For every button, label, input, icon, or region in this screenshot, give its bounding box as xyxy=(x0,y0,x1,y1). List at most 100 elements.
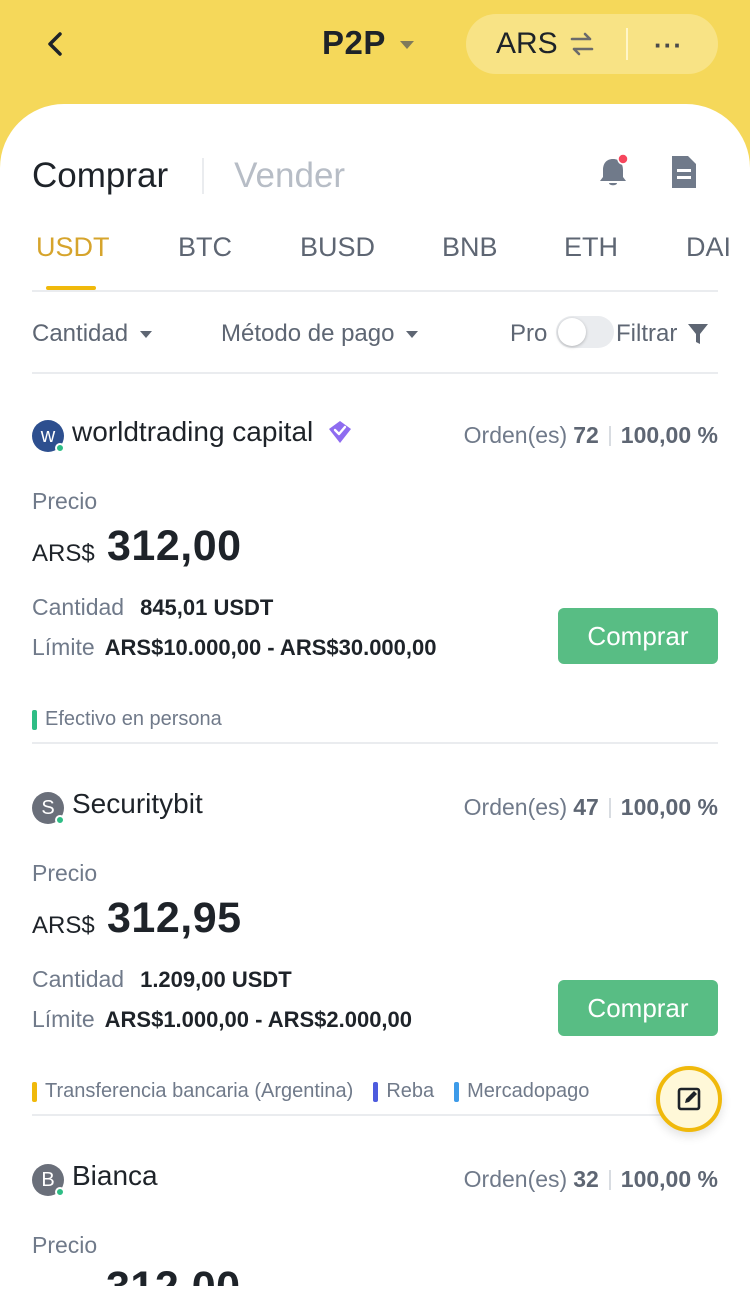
completion-rate: 100,00 % xyxy=(620,794,718,820)
pro-toggle[interactable] xyxy=(556,316,614,348)
tab-coin-bnb[interactable]: BNB xyxy=(442,232,498,263)
pill-divider xyxy=(626,28,628,60)
online-status-dot xyxy=(55,443,65,453)
online-status-dot xyxy=(55,1187,65,1197)
payment-method-label: Reba xyxy=(386,1080,435,1102)
funnel-icon xyxy=(688,324,709,344)
buy-button[interactable]: Comprar xyxy=(558,980,718,1036)
tab-coin-btc[interactable]: BTC xyxy=(178,232,232,263)
buy-button[interactable]: Comprar xyxy=(558,608,718,664)
divider xyxy=(32,372,718,374)
merchant-name-text: worldtrading capital xyxy=(72,416,314,447)
payment-method-filter[interactable]: Método de pago xyxy=(221,320,419,348)
merchant-stats: Orden(es) 72 100,00 % xyxy=(464,422,718,449)
quantity-row: Cantidad 845,01 USDT xyxy=(32,594,273,621)
caret-down-icon xyxy=(140,330,153,338)
post-ad-button[interactable] xyxy=(656,1066,722,1132)
more-options-button[interactable]: ··· xyxy=(654,30,683,61)
offer-card: S Securitybit Orden(es) 47 100,00 % Prec… xyxy=(32,776,718,1148)
tab-sell[interactable]: Vender xyxy=(234,156,345,196)
tab-coin-usdt[interactable]: USDT xyxy=(36,232,110,263)
price-currency: ARS$ xyxy=(32,540,95,567)
quantity-value: 1.209,00 USDT xyxy=(140,967,292,992)
limit-row: Límite ARS$10.000,00 - ARS$30.000,00 xyxy=(32,634,437,661)
tab-coin-dai[interactable]: DAI xyxy=(686,232,731,263)
price-value: 312,00 xyxy=(107,522,242,570)
limit-value: ARS$10.000,00 - ARS$30.000,00 xyxy=(104,635,437,660)
tab-divider xyxy=(202,158,205,194)
coin-tabs: USDT BTC BUSD BNB ETH DAI xyxy=(32,232,750,292)
quantity-row: Cantidad 1.209,00 USDT xyxy=(32,966,292,993)
completion-rate: 100,00 % xyxy=(620,1166,718,1192)
p2p-title-dropdown[interactable]: P2P xyxy=(322,24,414,62)
currency-selector[interactable]: ARS xyxy=(496,27,558,61)
offer-card: w worldtrading capital Orden(es) 72 100,… xyxy=(32,404,718,776)
filter-button[interactable]: Filtrar xyxy=(616,320,709,348)
quantity-label: Cantidad xyxy=(32,966,125,992)
tab-coin-busd[interactable]: BUSD xyxy=(300,232,375,263)
tab-buy[interactable]: Comprar xyxy=(32,156,168,196)
filter-label: Filtrar xyxy=(616,320,678,347)
payment-method-tag: Efectivo en persona xyxy=(32,708,222,731)
payment-method-label: Mercadopago xyxy=(467,1080,590,1102)
limit-label: Límite xyxy=(32,634,95,660)
main-sheet: Comprar Vender USDT BTC BUSD BNB ETH DAI… xyxy=(0,104,750,1294)
currency-pill: ARS ··· xyxy=(466,14,718,74)
divider xyxy=(32,1114,718,1116)
merchant-stats: Orden(es) 47 100,00 % xyxy=(464,794,718,821)
order-history-icon[interactable] xyxy=(668,154,700,190)
top-bar: P2P ARS ··· xyxy=(0,0,750,110)
merchant-name-text: Bianca xyxy=(72,1160,158,1191)
quantity-label: Cantidad xyxy=(32,594,125,620)
divider xyxy=(32,290,718,292)
chevron-down-icon xyxy=(399,41,414,49)
avatar[interactable]: w xyxy=(32,420,65,453)
avatar-letter: B xyxy=(41,1168,55,1191)
method-color-bar xyxy=(32,709,37,730)
verified-badge-icon xyxy=(329,421,352,443)
payment-methods: Transferencia bancaria (Argentina) Reba … xyxy=(32,1080,589,1103)
price-label: Precio xyxy=(32,860,98,886)
payment-method-label: Efectivo en persona xyxy=(45,708,222,730)
payment-methods: Efectivo en persona xyxy=(32,708,222,731)
caret-down-icon xyxy=(406,330,419,338)
price-label: Precio xyxy=(32,1232,98,1258)
amount-filter-label: Cantidad xyxy=(32,320,129,347)
swap-icon[interactable] xyxy=(568,30,596,58)
avatar-letter: w xyxy=(40,424,56,447)
merchant-name[interactable]: worldtrading capital xyxy=(72,416,353,448)
limit-label: Límite xyxy=(32,1006,95,1032)
trade-tabs: Comprar Vender xyxy=(32,156,345,196)
merchant-name-text: Securitybit xyxy=(72,788,203,819)
avatar[interactable]: S xyxy=(32,792,65,825)
quantity-value: 845,01 USDT xyxy=(140,595,274,620)
method-color-bar xyxy=(454,1081,460,1102)
payment-method-label: Transferencia bancaria (Argentina) xyxy=(45,1080,354,1102)
back-arrow-icon[interactable] xyxy=(40,28,72,60)
merchant-stats: Orden(es) 32 100,00 % xyxy=(464,1166,718,1193)
avatar-letter: S xyxy=(41,796,55,819)
merchant-name[interactable]: Bianca xyxy=(72,1160,158,1192)
price-value-partial: 312,00 xyxy=(106,1266,246,1286)
price-value: 312,00 xyxy=(106,1266,241,1286)
bell-icon[interactable] xyxy=(596,154,630,190)
orders-count: 72 xyxy=(573,422,599,448)
payment-method-label: Método de pago xyxy=(221,320,395,347)
page-title: P2P xyxy=(322,24,386,61)
limit-row: Límite ARS$1.000,00 - ARS$2.000,00 xyxy=(32,1006,412,1033)
amount-filter[interactable]: Cantidad xyxy=(32,320,153,348)
stats-divider xyxy=(608,1169,611,1190)
online-status-dot xyxy=(55,815,65,825)
avatar[interactable]: B xyxy=(32,1164,65,1197)
payment-method-tag: Mercadopago xyxy=(454,1080,589,1103)
filter-bar: Cantidad Método de pago Pro Filtrar xyxy=(32,316,718,358)
pro-label: Pro xyxy=(510,320,548,347)
tab-coin-eth[interactable]: ETH xyxy=(564,232,618,263)
merchant-name[interactable]: Securitybit xyxy=(72,788,203,820)
price-currency: ARS$ xyxy=(32,912,95,939)
orders-label: Orden(es) xyxy=(463,1166,568,1192)
method-color-bar xyxy=(373,1081,379,1102)
orders-count: 32 xyxy=(573,1166,599,1192)
payment-method-tag: Reba xyxy=(373,1080,434,1103)
method-color-bar xyxy=(32,1081,37,1102)
